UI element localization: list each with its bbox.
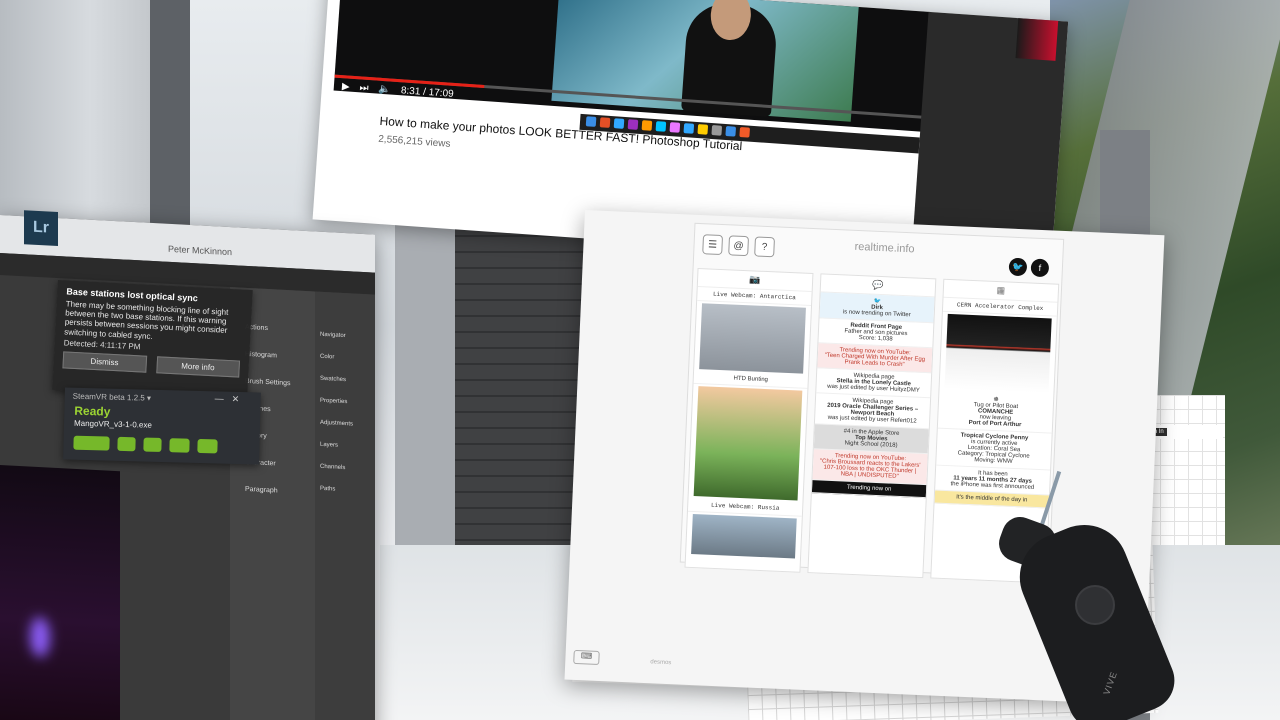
- help-icon[interactable]: ?: [754, 236, 775, 258]
- steamvr-device-icons: [73, 435, 218, 454]
- webcam-image-antarctica[interactable]: [699, 303, 806, 374]
- controller-icon[interactable]: [117, 436, 136, 452]
- panel-properties[interactable]: Properties: [320, 398, 353, 406]
- cyclone-moving-label: Moving:: [974, 457, 996, 465]
- notification-actions: Dismiss More info: [62, 351, 241, 378]
- wiki-meta: was just edited by user Refert012: [827, 414, 917, 425]
- ship-port: Port of Port Arthur: [968, 419, 1022, 429]
- base-station-notification: Base stations lost optical sync There ma…: [52, 279, 253, 401]
- steamvr-running-app: MangoVR_v3-1-0.exe: [73, 418, 152, 430]
- notification-body: There may be something blocking line of …: [64, 299, 229, 341]
- cyclone-moving-value: WNW: [996, 458, 1013, 465]
- settings-icon[interactable]: ☰: [702, 234, 724, 256]
- panel-list-right: Navigator Color Swatches Properties Adju…: [320, 332, 353, 494]
- lightroom-icon[interactable]: Lr: [24, 210, 58, 247]
- panel-actions[interactable]: Actions: [245, 324, 291, 333]
- webcam-image-russia[interactable]: [691, 513, 797, 559]
- color-picker[interactable]: [1015, 18, 1059, 61]
- vr-scene: ▶ ⏭ 🔈 8:31 / 17:09 How to make your phot…: [0, 0, 1280, 720]
- steamvr-status: Ready: [74, 403, 111, 419]
- panel-histogram[interactable]: Histogram: [245, 351, 291, 360]
- base-station-icon[interactable]: [169, 438, 190, 453]
- email-icon[interactable]: @: [728, 235, 750, 257]
- headset-icon[interactable]: [73, 435, 110, 451]
- cern-status-screen[interactable]: [944, 313, 1052, 394]
- photo-light: [30, 616, 50, 658]
- apple-title: Night School (2018): [844, 440, 898, 449]
- controller-icon[interactable]: [143, 437, 162, 452]
- panel-swatches[interactable]: Swatches: [320, 376, 353, 384]
- youtube-trend-card[interactable]: Trending now on YouTube: "Chris Broussar…: [812, 449, 928, 486]
- dismiss-button[interactable]: Dismiss: [62, 351, 147, 373]
- realtime-toolbar: ☰ @ ?: [702, 234, 775, 258]
- panel-channels[interactable]: Channels: [320, 464, 353, 472]
- desmos-logo: desmos: [650, 659, 672, 667]
- volume-icon[interactable]: 🔈: [378, 83, 391, 95]
- panel-adjustments[interactable]: Adjustments: [320, 420, 353, 428]
- feed-column-images: 📷 Live Webcam: Antarctica HTD Bunting Li…: [684, 267, 814, 573]
- keyboard-icon[interactable]: ⌨: [573, 649, 600, 666]
- video-views: 2,556,215 views: [377, 133, 451, 150]
- environment-pillar-shadow: [150, 0, 190, 240]
- facebook-icon[interactable]: f: [1030, 258, 1050, 278]
- controller-trackpad: [1075, 585, 1115, 625]
- more-info-button[interactable]: More info: [155, 355, 241, 378]
- wikipedia-card[interactable]: Wikipedia page 2019 Oracle Challenger Se…: [814, 393, 931, 430]
- steamvr-status-window[interactable]: SteamVR beta 1.2.5 ▾ — ✕ Ready MangoVR_v…: [63, 387, 261, 465]
- ship-card[interactable]: ☸ Tug or Pilot Boat COMANCHE now leaving…: [937, 390, 1054, 434]
- site-title: realtime.info: [854, 240, 915, 256]
- close-icon[interactable]: ✕: [232, 394, 240, 405]
- panel-color[interactable]: Color: [320, 354, 353, 362]
- next-icon[interactable]: ⏭: [359, 82, 369, 94]
- twitter-icon[interactable]: 🐦: [1008, 257, 1028, 277]
- steamvr-title[interactable]: SteamVR beta 1.2.5 ▾: [73, 392, 151, 403]
- video-time: 8:31 / 17:09: [400, 84, 455, 100]
- panel-navigator[interactable]: Navigator: [320, 332, 353, 340]
- steamvr-window-controls: — ✕: [215, 393, 240, 405]
- panel-brush-settings[interactable]: Brush Settings: [245, 378, 291, 387]
- minimize-icon[interactable]: —: [215, 393, 224, 404]
- photo-canvas: [0, 465, 120, 720]
- trend-text: is now trending on Twitter: [842, 309, 911, 319]
- youtube-trend-title: "Chris Broussard reacts to the Lakers' 1…: [819, 458, 921, 480]
- base-station-icon[interactable]: [197, 438, 218, 454]
- cyclone-card[interactable]: Tropical Cyclone Penny is currently acti…: [936, 428, 1052, 471]
- environment-pillar: [0, 0, 150, 230]
- feed-column-trends: 💬 🐦 Dirk is now trending on Twitter Redd…: [807, 273, 937, 579]
- play-icon[interactable]: ▶: [342, 81, 350, 93]
- social-links: 🐦 f: [1008, 257, 1050, 278]
- panel-layers[interactable]: Layers: [320, 442, 353, 450]
- artwork-image[interactable]: [693, 386, 803, 501]
